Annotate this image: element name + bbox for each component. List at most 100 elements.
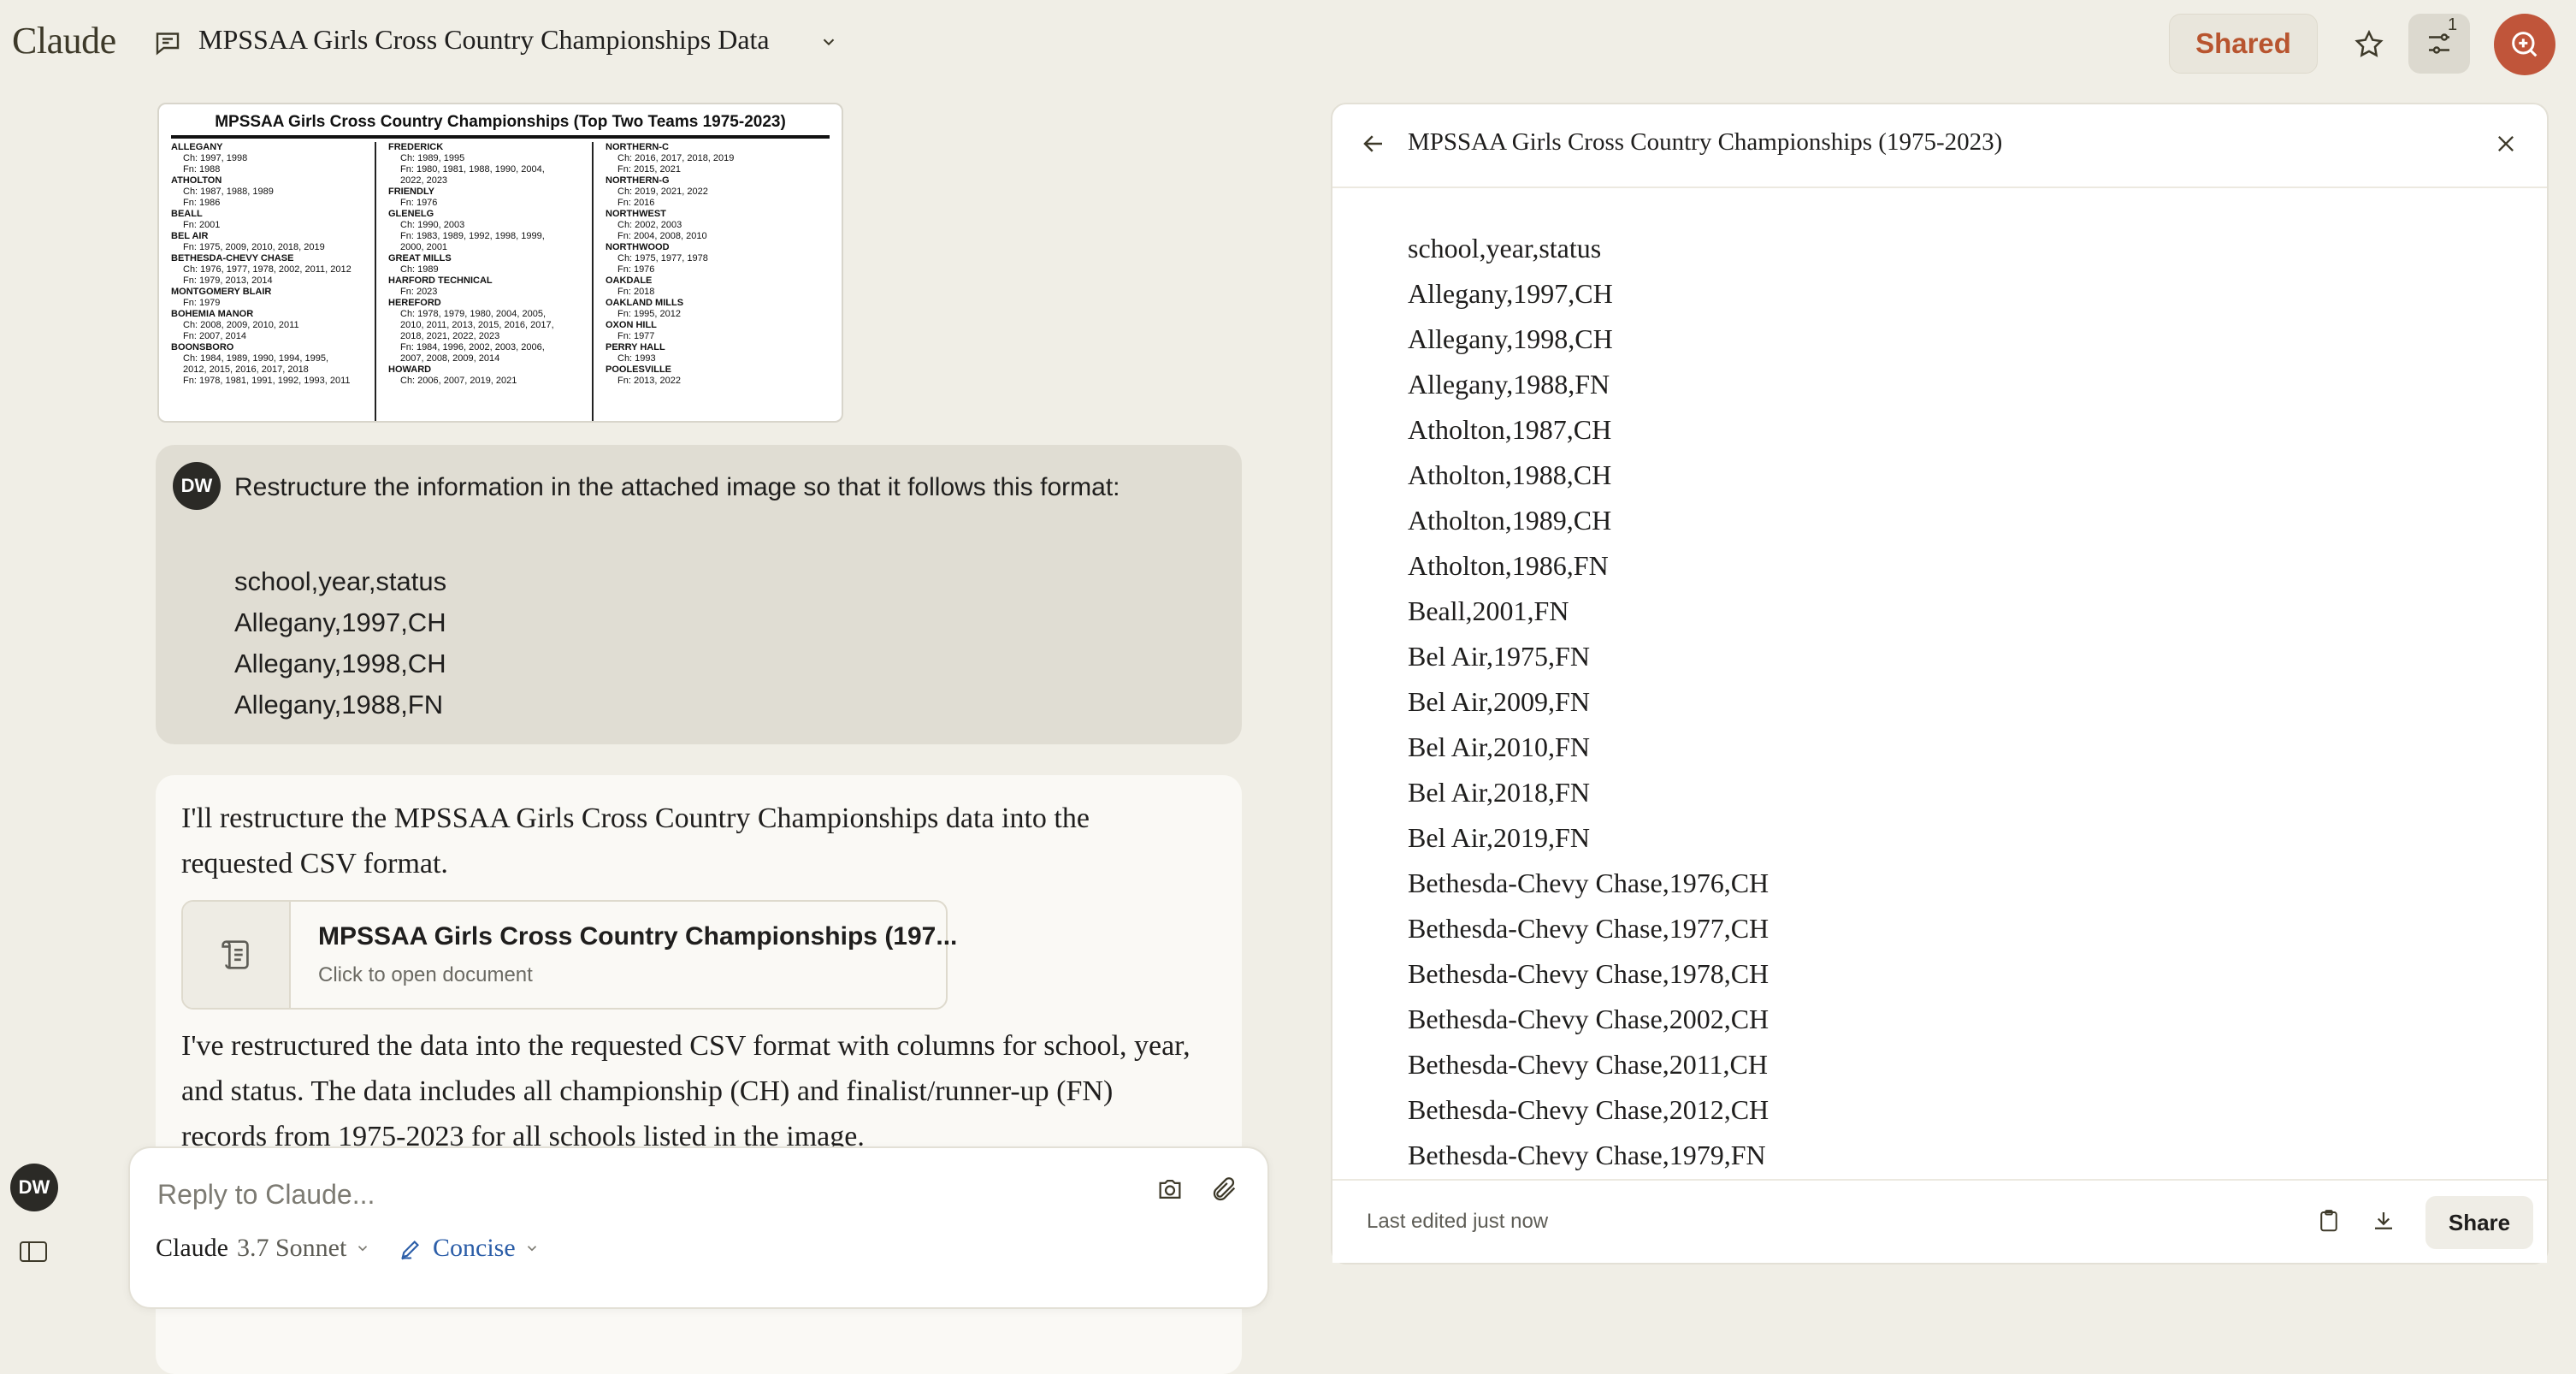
pen-style-icon (401, 1240, 420, 1260)
style-label: Concise (433, 1234, 516, 1262)
composer (128, 1146, 1269, 1309)
chat-bubble-icon (152, 27, 183, 58)
search-plus-icon (2512, 32, 2538, 57)
attached-result-row: Fn: 2004, 2008, 2010 (617, 231, 707, 241)
attached-image[interactable]: MPSSAA Girls Cross Country Championships… (157, 103, 843, 423)
attached-school-name: BOHEMIA MANOR (171, 309, 254, 319)
chevron-down-icon (527, 1246, 536, 1252)
chevron-down-icon[interactable] (819, 33, 838, 51)
csv-line: Bethesda-Chevy Chase,2011,CH (1408, 1049, 1768, 1080)
attached-result-row: 2018, 2021, 2022, 2023 (400, 331, 500, 341)
paperclip-icon[interactable] (1208, 1172, 1242, 1206)
shared-button[interactable]: Shared (2169, 14, 2318, 74)
attached-result-row: Ch: 2008, 2009, 2010, 2011 (183, 320, 299, 330)
attached-school-name: ATHOLTON (171, 175, 222, 186)
attached-result-row: Fn: 1983, 1989, 1992, 1998, 1999, (400, 231, 545, 241)
assistant-intro-text: I'll restructure the MPSSAA Girls Cross … (181, 802, 1090, 879)
user-avatar[interactable]: DW (10, 1164, 58, 1211)
csv-line: school,year,status (1408, 233, 1602, 264)
attached-result-row: Fn: 1976 (617, 264, 655, 275)
attached-school-name: NORTHERN-C (606, 142, 669, 152)
attached-school-name: FRIENDLY (388, 187, 434, 197)
clipboard-icon[interactable] (2314, 1206, 2343, 1235)
attached-school-name: GLENELG (388, 209, 434, 219)
attached-image-title: MPSSAA Girls Cross Country Championships… (215, 113, 786, 131)
artifact-subtitle: Click to open document (318, 963, 533, 986)
attached-result-row: Ch: 2002, 2003 (617, 220, 682, 230)
format-line: Allegany,1998,CH (234, 649, 446, 678)
camera-icon[interactable] (1153, 1172, 1187, 1206)
attached-result-row: Fn: 2007, 2014 (183, 331, 247, 341)
new-chat-button[interactable] (2494, 14, 2555, 75)
csv-line: Bethesda-Chevy Chase,1978,CH (1408, 958, 1770, 989)
attached-result-row: Ch: 2006, 2007, 2019, 2021 (400, 376, 517, 386)
attached-result-row: Ch: 1984, 1989, 1990, 1994, 1995, (183, 353, 329, 364)
share-button[interactable]: Share (2425, 1196, 2533, 1249)
attached-school-name: NORTHWEST (606, 209, 666, 219)
conversation-title[interactable]: MPSSAA Girls Cross Country Championships… (198, 24, 770, 56)
attached-school-name: BEL AIR (171, 231, 209, 241)
attached-result-row: 2000, 2001 (400, 242, 448, 252)
attached-result-row: Ch: 1989 (400, 264, 439, 275)
csv-line: Bethesda-Chevy Chase,2002,CH (1408, 1004, 1770, 1034)
attached-result-row: 2010, 2011, 2013, 2015, 2016, 2017, (400, 320, 554, 330)
last-edited-status: Last edited just now (1367, 1210, 1549, 1233)
attached-result-row: Fn: 1976 (400, 198, 438, 208)
csv-line: Bel Air,2010,FN (1408, 731, 1590, 762)
reply-input[interactable] (156, 1174, 1100, 1215)
close-icon[interactable] (2490, 128, 2521, 159)
csv-line: Bel Air,2018,FN (1408, 777, 1590, 808)
attached-result-row: Ch: 1990, 2003 (400, 220, 465, 230)
assistant-outro-text: I've restructured the data into the requ… (181, 1030, 1191, 1152)
star-icon[interactable] (2345, 21, 2393, 68)
settings-sliders-button[interactable] (2408, 14, 2470, 74)
user-message-avatar: DW (173, 462, 221, 510)
attached-image-rule (171, 135, 830, 139)
csv-line: Beall,2001,FN (1408, 595, 1569, 626)
download-icon[interactable] (2369, 1206, 2398, 1235)
attached-school-name: HARFORD TECHNICAL (388, 275, 493, 286)
attached-school-name: OAKLAND MILLS (606, 298, 684, 308)
attached-result-row: Fn: 1975, 2009, 2010, 2018, 2019 (183, 242, 325, 252)
sidebar-toggle-icon[interactable] (19, 1241, 48, 1263)
attached-result-row: Fn: 1988 (183, 164, 221, 175)
csv-line: Atholton,1986,FN (1408, 550, 1609, 581)
csv-line: Allegany,1998,CH (1408, 323, 1613, 354)
panel-divider (1332, 187, 2547, 188)
attached-school-name: BEALL (171, 209, 203, 219)
attached-school-name: MONTGOMERY BLAIR (171, 287, 272, 297)
attached-result-row: Ch: 1978, 1979, 1980, 2004, 2005, (400, 309, 547, 319)
claude-logo[interactable]: Claude (12, 19, 116, 62)
csv-line: Atholton,1989,CH (1408, 505, 1612, 536)
artifact-card[interactable] (181, 900, 948, 1010)
attached-school-name: FREDERICK (388, 142, 444, 152)
attached-school-name: NORTHWOOD (606, 242, 670, 252)
attached-result-row: Ch: 1989, 1995 (400, 153, 465, 163)
settings-badge-count: 1 (2448, 15, 2458, 34)
attached-result-row: Ch: 2019, 2021, 2022 (617, 187, 708, 197)
csv-line: Bel Air,1975,FN (1408, 641, 1590, 672)
attached-school-name: HOWARD (388, 364, 432, 375)
model-name: Claude (156, 1234, 228, 1262)
attached-school-name: BOONSBORO (171, 342, 234, 352)
attached-result-row: Fn: 2023 (400, 287, 438, 297)
csv-line: Allegany,1997,CH (1408, 278, 1613, 309)
attached-result-row: Fn: 1984, 1996, 2002, 2003, 2006, (400, 342, 545, 352)
format-line: Allegany,1997,CH (234, 607, 446, 637)
csv-content: school,year,status Allegany,1997,CH Allega… (1408, 226, 2434, 1178)
column-divider (375, 142, 376, 421)
attached-result-row: 2022, 2023 (400, 175, 448, 186)
document-scroll-icon[interactable] (183, 902, 291, 1008)
attached-image-column: NORTHERN-C Ch: 2016, 2017, 2018, 2019 Fn: … (606, 142, 811, 387)
model-selector[interactable]: Claude 3.7 Sonnet (156, 1234, 370, 1263)
attached-result-row: Fn: 1980, 1981, 1988, 1990, 2004, (400, 164, 545, 175)
panel-title: MPSSAA Girls Cross Country Championships… (1408, 128, 2003, 156)
attached-result-row: Fn: 1979 (183, 298, 221, 308)
artifact-title[interactable]: MPSSAA Girls Cross Country Championships… (318, 922, 957, 951)
chevron-down-icon (358, 1246, 368, 1252)
attached-result-row: Fn: 2013, 2022 (617, 376, 682, 386)
attached-result-row: Fn: 2001 (183, 220, 221, 230)
attached-result-row: Ch: 1976, 1977, 1978, 2002, 2011, 2012 (183, 264, 352, 275)
back-arrow-icon[interactable] (1358, 128, 1389, 159)
style-selector[interactable]: Concise (399, 1234, 540, 1263)
